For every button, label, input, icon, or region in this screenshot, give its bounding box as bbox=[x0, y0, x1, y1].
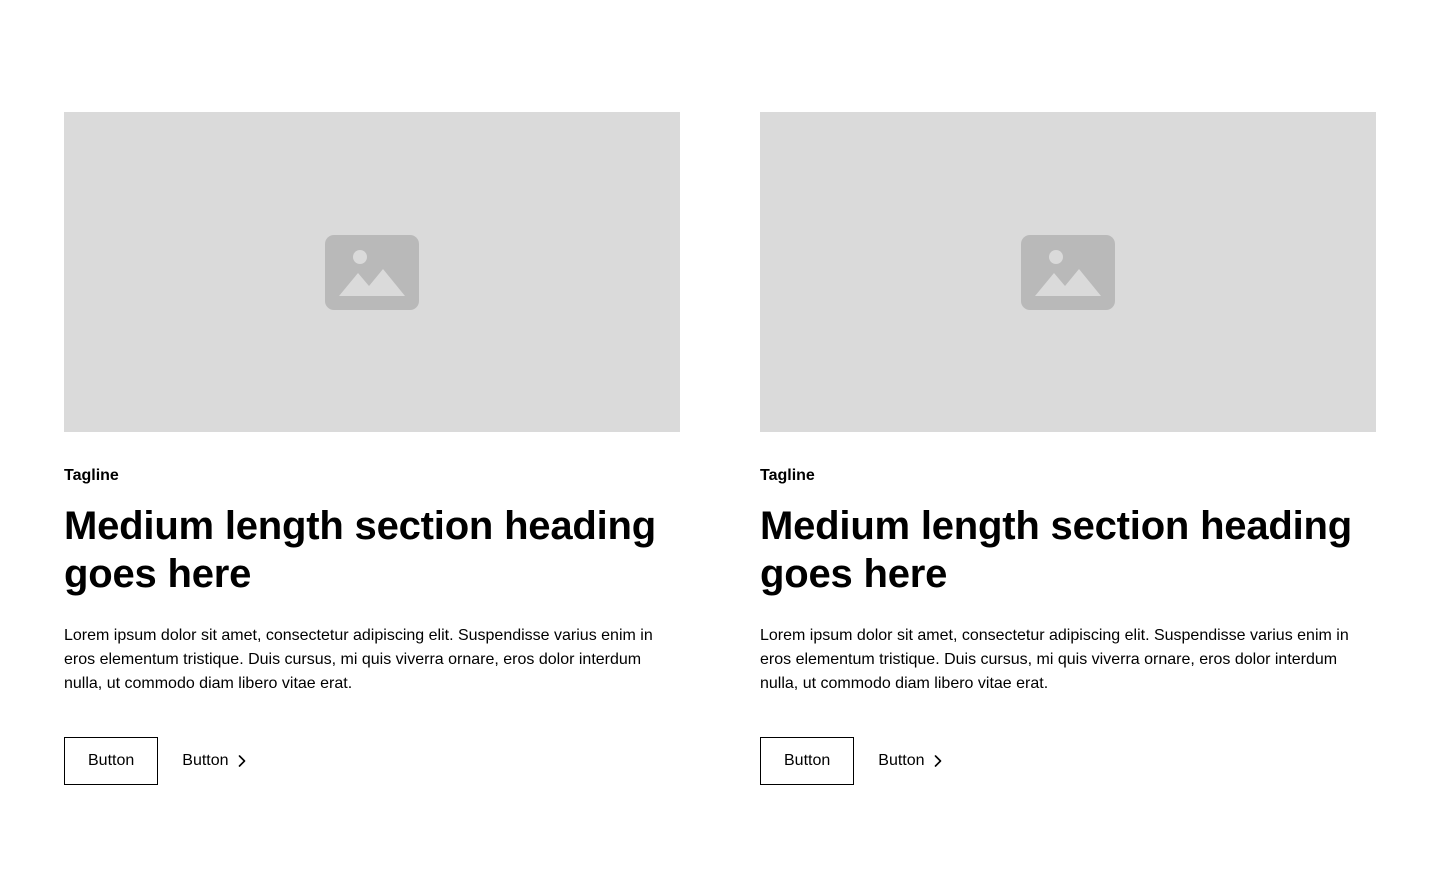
image-placeholder-icon bbox=[325, 234, 419, 310]
card-image bbox=[64, 112, 680, 432]
primary-button[interactable]: Button bbox=[64, 737, 159, 785]
section-heading: Medium length section heading goes here bbox=[64, 504, 657, 596]
card-actions: Button Button bbox=[760, 737, 1376, 785]
link-button[interactable]: Button bbox=[878, 737, 942, 785]
link-button[interactable]: Button bbox=[182, 737, 246, 785]
tagline: Tagline bbox=[760, 467, 815, 484]
feature-section: Tagline Medium length section heading go… bbox=[0, 0, 1440, 896]
card-actions: Button Button bbox=[64, 737, 680, 785]
primary-button[interactable]: Button bbox=[760, 737, 855, 785]
chevron-right-icon bbox=[237, 754, 247, 768]
feature-card-2: Tagline Medium length section heading go… bbox=[760, 112, 1376, 896]
body-text: Lorem ipsum dolor sit amet, consectetur … bbox=[64, 627, 653, 692]
feature-card-1: Tagline Medium length section heading go… bbox=[64, 112, 680, 896]
card-image bbox=[760, 112, 1376, 432]
section-heading: Medium length section heading goes here bbox=[760, 504, 1353, 596]
link-button-label: Button bbox=[878, 752, 925, 769]
tagline: Tagline bbox=[64, 467, 119, 484]
link-button-label: Button bbox=[182, 752, 229, 769]
chevron-right-icon bbox=[933, 754, 943, 768]
image-placeholder-icon bbox=[1021, 234, 1115, 310]
body-text: Lorem ipsum dolor sit amet, consectetur … bbox=[760, 627, 1349, 692]
